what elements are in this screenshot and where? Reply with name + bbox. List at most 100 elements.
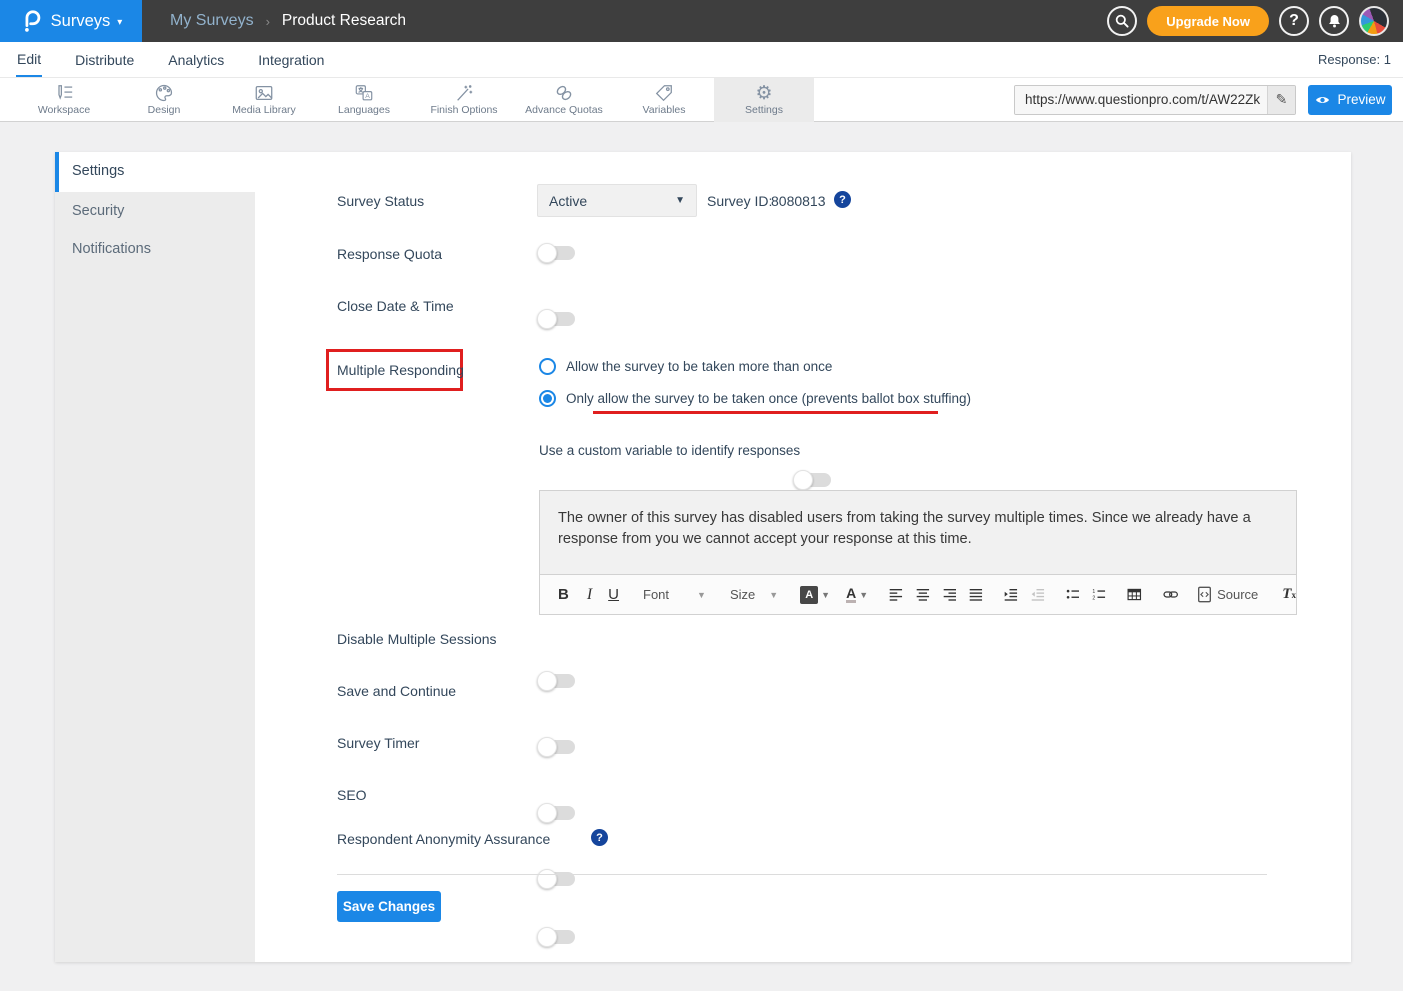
text-color-button[interactable]: A▼ xyxy=(830,586,868,603)
radio-selected-icon xyxy=(539,390,556,407)
align-center-button[interactable] xyxy=(916,586,930,603)
tab-analytics[interactable]: Analytics xyxy=(167,44,225,76)
sidebar-background: Security Notifications xyxy=(55,192,255,962)
survey-timer-label: Survey Timer xyxy=(337,735,419,751)
breadcrumb-parent-link[interactable]: My Surveys xyxy=(170,12,254,30)
radio-only-once[interactable]: Only allow the survey to be taken once (… xyxy=(539,390,971,407)
preview-button[interactable]: Preview xyxy=(1308,85,1392,115)
toolbar-item-design[interactable]: Design xyxy=(114,78,214,122)
toolbar-item-finish-options[interactable]: Finish Options xyxy=(414,78,514,122)
toolbar-item-settings[interactable]: ⚙ Settings xyxy=(714,78,814,122)
bold-button[interactable]: B xyxy=(558,586,569,603)
response-quota-toggle[interactable] xyxy=(539,246,575,260)
toggle-knob xyxy=(537,243,557,263)
sidebar-item-security[interactable]: Security xyxy=(55,192,255,230)
survey-timer-toggle[interactable] xyxy=(539,806,575,820)
top-header: Surveys ▾ My Surveys › Product Research … xyxy=(0,0,1403,42)
respondent-anonymity-label: Respondent Anonymity Assurance xyxy=(337,831,550,847)
questionpro-logo-icon xyxy=(20,8,44,34)
font-dropdown[interactable]: Font▼ xyxy=(643,587,706,602)
numbered-list-button[interactable]: 12 xyxy=(1092,586,1106,603)
app-logo-menu[interactable]: Surveys ▾ xyxy=(0,0,142,42)
translate-icon: A xyxy=(353,83,375,103)
bullet-list-button[interactable] xyxy=(1066,586,1080,603)
tab-edit[interactable]: Edit xyxy=(16,43,42,77)
italic-button[interactable]: I xyxy=(587,586,592,604)
chevron-down-icon: ▼ xyxy=(675,195,696,206)
save-and-continue-label: Save and Continue xyxy=(337,683,456,699)
user-avatar[interactable] xyxy=(1359,6,1389,36)
outdent-button[interactable] xyxy=(1031,586,1045,603)
workspace-icon xyxy=(53,83,75,103)
align-right-button[interactable] xyxy=(943,586,957,603)
help-button[interactable]: ? xyxy=(1279,6,1309,36)
toolbar-item-workspace[interactable]: Workspace xyxy=(14,78,114,122)
response-count[interactable]: Response: 1 xyxy=(1318,52,1391,67)
anonymity-help-button[interactable]: ? xyxy=(591,829,608,846)
toggle-knob xyxy=(537,927,557,947)
breadcrumb: My Surveys › Product Research xyxy=(170,12,406,30)
text-color-icon: A xyxy=(846,586,856,603)
chevron-down-icon: ▼ xyxy=(769,590,778,600)
custom-variable-toggle[interactable] xyxy=(795,473,831,487)
indent-button[interactable] xyxy=(1004,586,1018,603)
settings-sidebar: Settings Security Notifications xyxy=(55,152,255,962)
response-quota-label: Response Quota xyxy=(337,246,442,262)
bg-color-icon: A xyxy=(800,586,818,604)
chevron-down-icon: ▼ xyxy=(697,590,706,600)
header-actions: Upgrade Now ? xyxy=(1107,6,1403,36)
search-icon xyxy=(1114,13,1130,29)
editor-toolbar: B I U Font▼ Size▼ A▼ A▼ 12 S xyxy=(540,574,1296,614)
underline-button[interactable]: U xyxy=(608,586,619,603)
image-icon xyxy=(253,83,275,103)
editor-content[interactable]: The owner of this survey has disabled us… xyxy=(540,491,1296,574)
toolbar-item-advance-quotas[interactable]: Advance Quotas xyxy=(514,78,614,122)
multiple-responding-label: Multiple Responding xyxy=(337,362,464,378)
tab-integration[interactable]: Integration xyxy=(257,44,325,76)
edit-url-button[interactable]: ✎ xyxy=(1267,86,1295,114)
eye-icon xyxy=(1314,93,1331,107)
palette-icon xyxy=(153,83,175,103)
save-and-continue-toggle[interactable] xyxy=(539,740,575,754)
settings-card: Settings Security Notifications Survey S… xyxy=(55,152,1351,962)
notifications-button[interactable] xyxy=(1319,6,1349,36)
search-button[interactable] xyxy=(1107,6,1137,36)
disable-multiple-sessions-toggle[interactable] xyxy=(539,674,575,688)
custom-variable-label: Use a custom variable to identify respon… xyxy=(539,443,800,458)
align-justify-button[interactable] xyxy=(969,586,983,603)
upgrade-now-button[interactable]: Upgrade Now xyxy=(1147,6,1269,36)
respondent-anonymity-toggle[interactable] xyxy=(539,930,575,944)
chevron-down-icon: ▼ xyxy=(859,590,868,600)
toggle-knob xyxy=(537,309,557,329)
link-button[interactable] xyxy=(1163,587,1178,602)
radio-icon xyxy=(539,358,556,375)
sidebar-item-settings[interactable]: Settings xyxy=(55,152,255,192)
survey-id-help-button[interactable]: ? xyxy=(834,191,851,208)
pencil-icon: ✎ xyxy=(1276,91,1288,107)
close-date-toggle[interactable] xyxy=(539,312,575,326)
svg-text:2: 2 xyxy=(1093,596,1096,602)
size-dropdown[interactable]: Size▼ xyxy=(730,587,778,602)
chain-links-icon xyxy=(553,83,575,103)
table-button[interactable] xyxy=(1127,586,1142,603)
gear-icon: ⚙ xyxy=(755,83,772,103)
svg-text:1: 1 xyxy=(1093,589,1096,595)
toolbar-item-languages[interactable]: A Languages xyxy=(314,78,414,122)
radio-allow-multiple[interactable]: Allow the survey to be taken more than o… xyxy=(539,358,832,375)
toolbar-right: ✎ Preview xyxy=(1014,85,1392,115)
toolbar-items: Workspace Design Media Library A xyxy=(14,78,814,122)
svg-text:A: A xyxy=(365,93,370,100)
tab-distribute[interactable]: Distribute xyxy=(74,44,135,76)
save-changes-button[interactable]: Save Changes xyxy=(337,891,441,922)
remove-format-button[interactable]: Tx xyxy=(1282,586,1296,603)
bg-color-button[interactable]: A▼ xyxy=(778,586,830,604)
align-left-button[interactable] xyxy=(889,586,903,603)
toolbar-item-variables[interactable]: Variables xyxy=(614,78,714,122)
toolbar-item-media-library[interactable]: Media Library xyxy=(214,78,314,122)
source-button[interactable]: Source xyxy=(1197,586,1258,603)
source-file-icon xyxy=(1197,586,1212,603)
toggle-knob xyxy=(793,470,813,490)
survey-status-dropdown[interactable]: Active ▼ xyxy=(537,184,697,217)
sidebar-item-notifications[interactable]: Notifications xyxy=(55,230,255,268)
survey-url-input[interactable] xyxy=(1015,86,1267,114)
